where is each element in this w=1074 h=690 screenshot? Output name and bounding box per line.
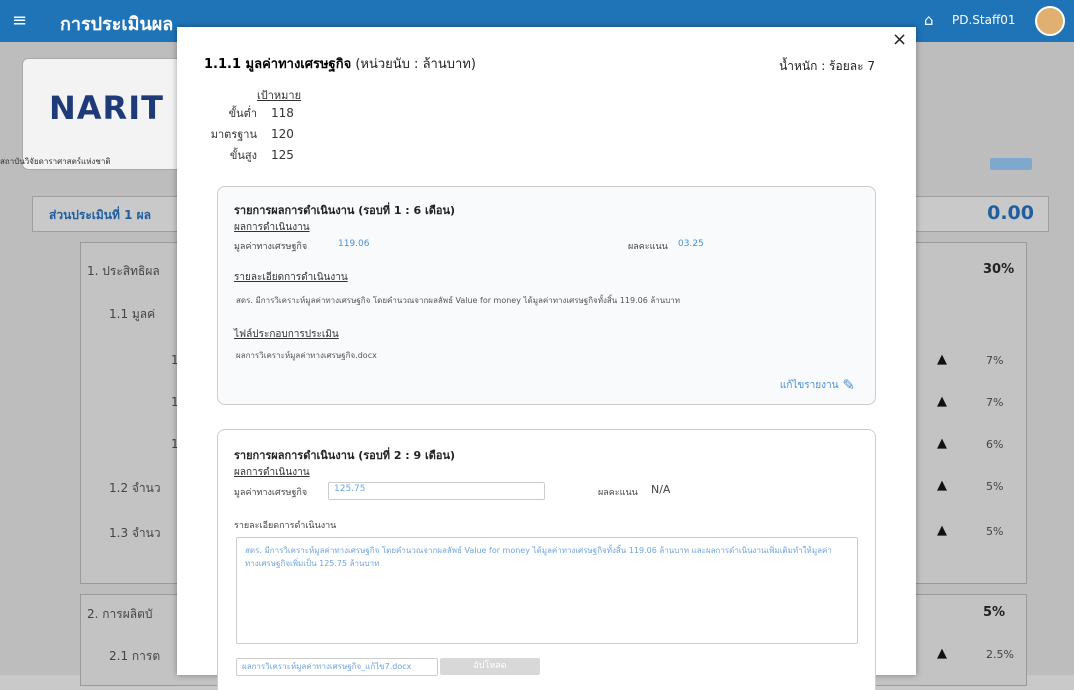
warning-triangle-icon: ▲ bbox=[937, 436, 947, 451]
row-label: 2.1 การต bbox=[109, 649, 161, 663]
edit-report-label: แก้ไขรายงาน bbox=[779, 380, 839, 391]
round2-field-label: มูลค่าทางเศรษฐกิจ bbox=[234, 488, 308, 498]
row-label: 1.1 มูลค่ bbox=[109, 307, 156, 321]
target-max: ขั้นสูง 125 bbox=[197, 146, 294, 164]
round1-detail-text: สดร. มีการวิเคราะห์มูลค่าทางเศรษฐกิจ โดย… bbox=[236, 296, 681, 305]
round1-score-label: ผลคะแนน bbox=[628, 242, 668, 252]
row-weight: 5% bbox=[986, 525, 1004, 538]
round1-field-label: มูลค่าทางเศรษฐกิจ bbox=[234, 242, 308, 252]
round2-score-value: N/A bbox=[651, 483, 671, 496]
round1-field-value: 119.06 bbox=[338, 239, 370, 249]
row-label: 1.3 จำนว bbox=[109, 526, 161, 540]
round1-file-link[interactable]: ผลการวิเคราะห์มูลค่าทางเศรษฐกิจ.docx bbox=[236, 349, 377, 362]
target-value: 125 bbox=[271, 148, 294, 162]
round2-card: รายการผลการดำเนินงาน (รอบที่ 2 : 9 เดือน… bbox=[217, 429, 876, 690]
org-name: สถาบันวิจัยดาราศาสตร์แห่งชาติ bbox=[0, 157, 111, 166]
target-label: ขั้นสูง bbox=[229, 149, 257, 162]
file-input-text: ผลการวิเคราะห์มูลค่าทางเศรษฐกิจ_แก้ไข7.d… bbox=[242, 662, 412, 671]
warning-triangle-icon: ▲ bbox=[937, 646, 947, 661]
indicator-unit: (หน่วยนับ : ล้านบาท) bbox=[355, 57, 476, 72]
round2-score-label: ผลคะแนน bbox=[598, 488, 638, 498]
app-title: การประเมินผล bbox=[60, 14, 174, 35]
narit-logo: NARIT bbox=[49, 89, 164, 127]
round1-title: รายการผลการดำเนินงาน (รอบที่ 1 : 6 เดือน… bbox=[234, 204, 456, 217]
round1-result-header: ผลการดำเนินงาน bbox=[234, 222, 310, 233]
target-standard: มาตรฐาน 120 bbox=[197, 125, 294, 143]
target-value: 118 bbox=[271, 106, 294, 120]
target-label: ขั้นต่ำ bbox=[228, 107, 257, 120]
target-label: มาตรฐาน bbox=[210, 128, 257, 141]
round1-score-value: 03.25 bbox=[678, 239, 704, 249]
warning-triangle-icon: ▲ bbox=[937, 394, 947, 409]
logo-box: NARIT bbox=[22, 58, 184, 170]
economic-value-input[interactable]: 125.75 bbox=[328, 482, 545, 500]
detail-textarea[interactable]: สดร. มีการวิเคราะห์มูลค่าทางเศรษฐกิจ โดย… bbox=[236, 537, 858, 644]
row-weight: 5% bbox=[983, 605, 1006, 620]
indicator-weight: น้ำหนัก : ร้อยละ 7 bbox=[779, 59, 875, 73]
target-min: ขั้นต่ำ 118 bbox=[197, 104, 294, 122]
round2-title: รายการผลการดำเนินงาน (รอบที่ 2 : 9 เดือน… bbox=[234, 449, 456, 462]
close-icon[interactable]: × bbox=[892, 29, 907, 50]
round1-detail-header: รายละเอียดการดำเนินงาน bbox=[234, 272, 348, 283]
target-value: 120 bbox=[271, 127, 294, 141]
row-label: 1. ประสิทธิผล bbox=[87, 264, 160, 278]
user-name[interactable]: PD.Staff01 bbox=[952, 13, 1016, 27]
edit-report-button[interactable]: แก้ไขรายงาน ✎ bbox=[780, 376, 855, 394]
round2-result-header: ผลการดำเนินงาน bbox=[234, 467, 310, 478]
warning-triangle-icon: ▲ bbox=[937, 352, 947, 367]
target-header: เป้าหมาย bbox=[257, 89, 302, 102]
file-input[interactable]: ผลการวิเคราะห์มูลค่าทางเศรษฐกิจ_แก้ไข7.d… bbox=[236, 658, 438, 676]
warning-triangle-icon: ▲ bbox=[937, 478, 947, 493]
row-weight: 7% bbox=[986, 396, 1004, 409]
avatar[interactable] bbox=[1035, 6, 1065, 36]
row-weight: 2.5% bbox=[986, 648, 1014, 661]
section-title: ส่วนประเมินที่ 1 ผล bbox=[49, 208, 151, 222]
edit-pencil-icon: ✎ bbox=[842, 376, 855, 394]
row-weight: 7% bbox=[986, 354, 1004, 367]
row-weight: 30% bbox=[983, 262, 1015, 277]
section-score: 0.00 bbox=[987, 202, 1034, 224]
economic-value-input-text: 125.75 bbox=[334, 484, 366, 494]
round2-detail-header: รายละเอียดการดำเนินงาน bbox=[234, 521, 337, 531]
upload-button[interactable]: อัปโหลด bbox=[440, 658, 540, 675]
row-label: 2. การผลิตบั bbox=[87, 607, 153, 621]
modal-title: 1.1.1 มูลค่าทางเศรษฐกิจ (หน่วยนับ : ล้าน… bbox=[204, 53, 476, 74]
building-icon[interactable]: ⌂ bbox=[924, 11, 934, 29]
menu-icon[interactable]: ≡ bbox=[12, 10, 27, 31]
round1-card: รายการผลการดำเนินงาน (รอบที่ 1 : 6 เดือน… bbox=[217, 186, 876, 405]
warning-triangle-icon: ▲ bbox=[937, 523, 947, 538]
row-label: 1.2 จำนว bbox=[109, 481, 161, 495]
small-toggle-button[interactable] bbox=[990, 158, 1032, 170]
indicator-name: 1.1.1 มูลค่าทางเศรษฐกิจ bbox=[204, 57, 352, 72]
row-weight: 5% bbox=[986, 480, 1004, 493]
indicator-detail-modal: × 1.1.1 มูลค่าทางเศรษฐกิจ (หน่วยนับ : ล้… bbox=[177, 27, 916, 690]
row-weight: 6% bbox=[986, 438, 1004, 451]
detail-textarea-text: สดร. มีการวิเคราะห์มูลค่าทางเศรษฐกิจ โดย… bbox=[245, 546, 832, 568]
round1-file-header: ไฟล์ประกอบการประเมิน bbox=[234, 329, 339, 340]
